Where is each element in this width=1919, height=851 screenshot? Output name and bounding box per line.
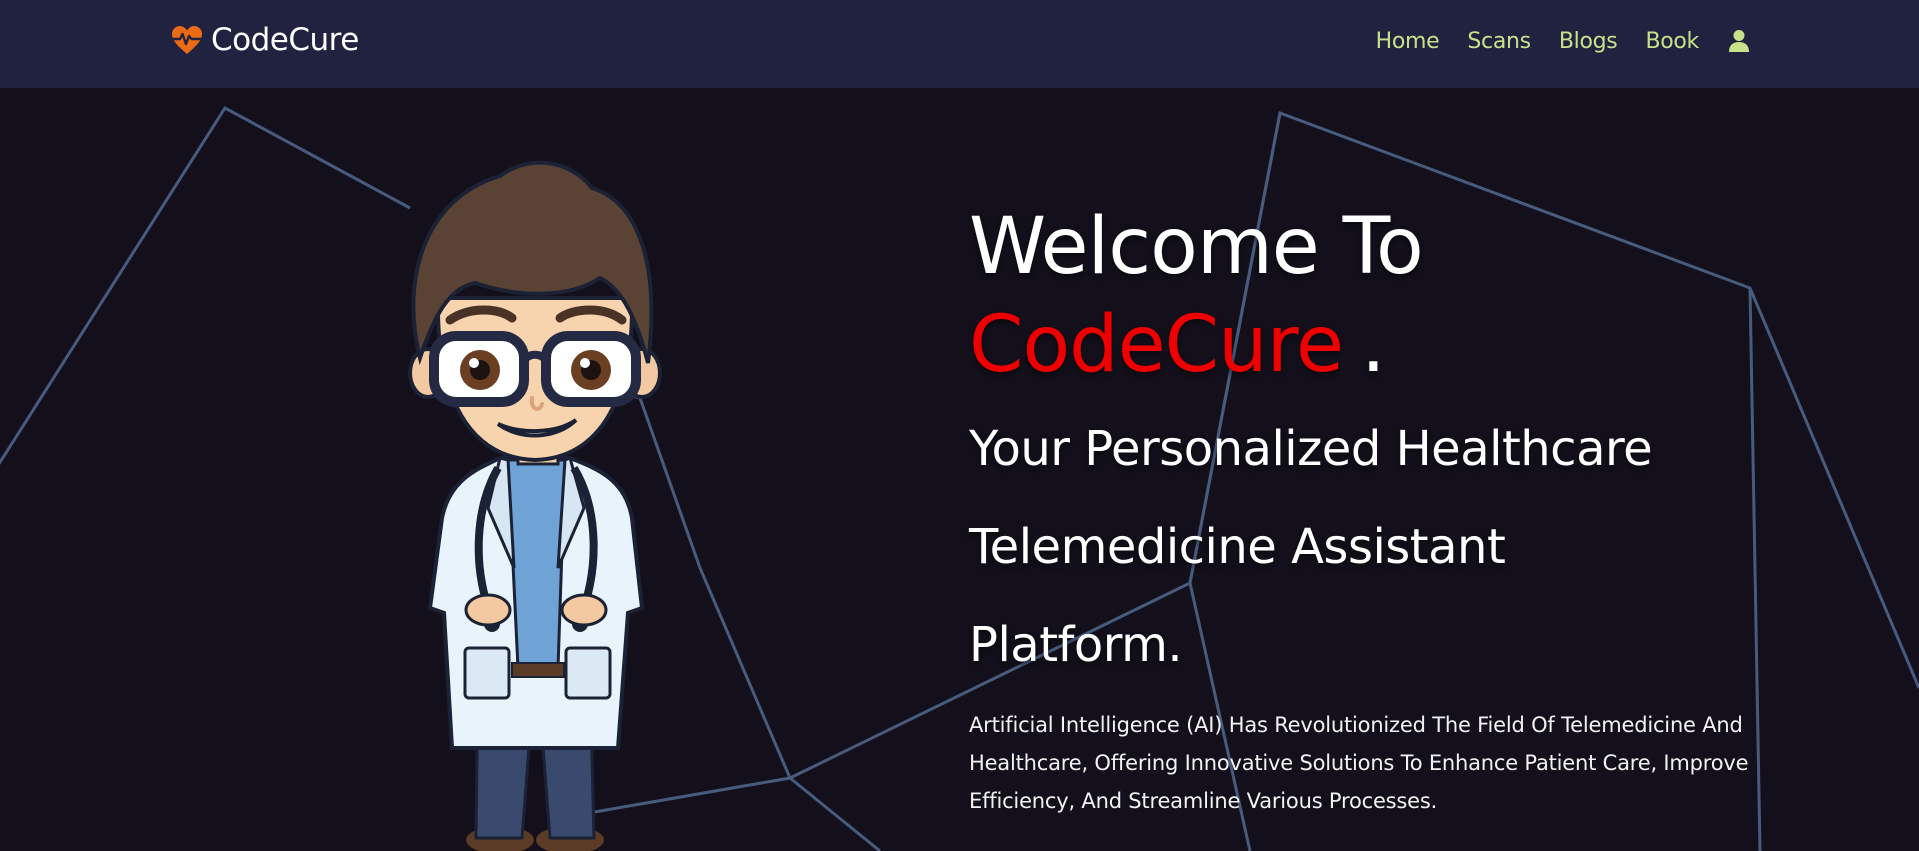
- welcome-prefix: Welcome To: [969, 202, 1424, 292]
- nav-menu: Home Scans Blogs Book: [1376, 24, 1749, 58]
- navbar: CodeCure Home Scans Blogs Book: [0, 0, 1919, 88]
- hero-text-block: Welcome To CodeCure. Your Personalized H…: [969, 198, 1769, 820]
- hero-brand-highlight: CodeCure: [969, 300, 1344, 390]
- nav-home-link[interactable]: Home: [1376, 29, 1440, 54]
- nav-book-link[interactable]: Book: [1645, 29, 1699, 54]
- hero-heading-period: .: [1360, 300, 1386, 390]
- user-icon[interactable]: [1729, 29, 1749, 53]
- heart-pulse-icon: [171, 26, 203, 54]
- hero-tagline: Your Personalized Healthcare Telemedicin…: [969, 421, 1653, 673]
- hero-heading: Welcome To CodeCure.: [969, 198, 1769, 394]
- hero-description: Artificial Intelligence (AI) Has Revolut…: [969, 713, 1749, 813]
- nav-blogs-link[interactable]: Blogs: [1559, 29, 1618, 54]
- cartoon-doctor-illustration: [408, 160, 662, 851]
- nav-scans-link[interactable]: Scans: [1467, 29, 1531, 54]
- hero-section: Welcome To CodeCure. Your Personalized H…: [0, 88, 1919, 851]
- brand-logo[interactable]: CodeCure: [171, 18, 359, 62]
- brand-name: CodeCure: [211, 22, 359, 58]
